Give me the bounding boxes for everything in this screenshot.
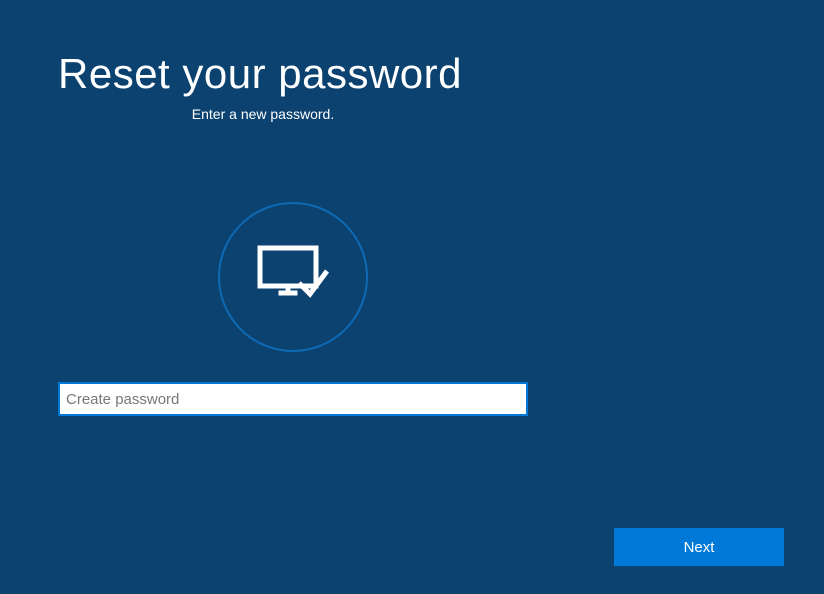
monitor-check-icon [257, 245, 329, 310]
page-subtitle: Enter a new password. [58, 106, 468, 122]
next-button[interactable]: Next [614, 528, 784, 566]
password-input[interactable] [58, 382, 528, 416]
page-title: Reset your password [58, 50, 766, 98]
icon-circle [218, 202, 368, 352]
icon-area [218, 202, 766, 352]
